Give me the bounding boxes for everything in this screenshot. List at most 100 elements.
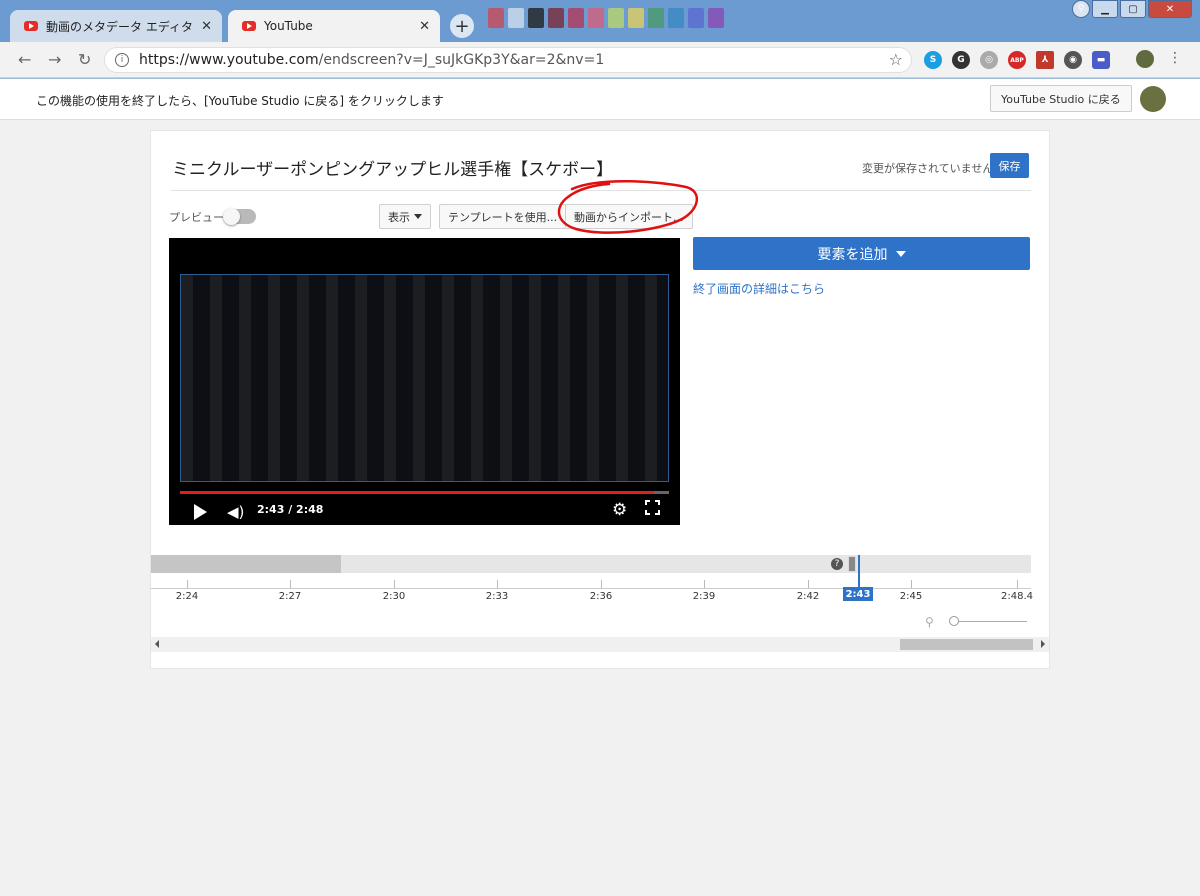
timeline-tick-label: 2:42: [796, 591, 820, 602]
video-player[interactable]: ◀) 2:43 / 2:48 ⚙: [169, 238, 680, 525]
tab-youtube[interactable]: YouTube ✕: [228, 10, 440, 42]
swatch: [488, 8, 504, 28]
gear-icon[interactable]: ⚙: [612, 500, 627, 520]
preview-toggle[interactable]: [223, 208, 256, 225]
tab-title: YouTube: [264, 19, 313, 33]
toggle-knob: [223, 208, 240, 225]
fs-corner: [645, 510, 650, 515]
endscreen-details-link[interactable]: 終了画面の詳細はこちら: [693, 280, 825, 297]
red-circle-annotation: [557, 179, 698, 234]
swatch: [548, 8, 564, 28]
browser-profile-avatar[interactable]: [1136, 50, 1154, 68]
swatch: [528, 8, 544, 28]
timeline-tick-label: 2:33: [485, 591, 509, 602]
timeline-tick: [290, 580, 291, 588]
fs-corner: [655, 510, 660, 515]
adblock-icon[interactable]: ABP: [1008, 51, 1026, 69]
eye-icon[interactable]: ◉: [1064, 51, 1082, 69]
back-to-studio-button[interactable]: YouTube Studio に戻る: [990, 85, 1132, 112]
zoom-slider-knob[interactable]: [949, 616, 959, 626]
scroll-right-icon[interactable]: [1041, 640, 1045, 648]
extension-icons: S G ◎ ABP ⅄ ◉ ▬: [924, 51, 1110, 69]
add-element-label: 要素を追加: [817, 246, 888, 263]
timeline-tick: [808, 580, 809, 588]
address-bar[interactable]: i https://www.youtube.com/endscreen?v=J_…: [104, 47, 912, 73]
close-icon[interactable]: ✕: [419, 19, 430, 34]
timeline-tick-label: 2:45: [899, 591, 923, 602]
swatch: [628, 8, 644, 28]
play-icon[interactable]: [194, 504, 207, 520]
maximize-button[interactable]: ▢: [1120, 0, 1146, 18]
fs-corner: [645, 500, 650, 505]
endscreen-start-handle[interactable]: [848, 556, 856, 572]
add-element-button[interactable]: 要素を追加: [693, 237, 1030, 270]
avatar[interactable]: [1140, 86, 1166, 112]
fs-corner: [655, 500, 660, 505]
timeline-track[interactable]: ?: [151, 555, 1031, 573]
youtube-icon: [242, 21, 256, 31]
star-icon[interactable]: ☆: [889, 50, 903, 69]
swatch: [688, 8, 704, 28]
back-arrow-icon[interactable]: ←: [18, 50, 31, 69]
tab-title: 動画のメタデータ エディタ - Yo: [46, 19, 195, 34]
tab-metadata-editor[interactable]: 動画のメタデータ エディタ - Yo ✕: [10, 10, 222, 42]
swatch: [708, 8, 724, 28]
tab-strip: 動画のメタデータ エディタ - Yo ✕ YouTube ✕ +: [10, 10, 474, 42]
show-dropdown-button[interactable]: 表示: [379, 204, 431, 229]
info-icon[interactable]: i: [115, 53, 129, 67]
timeline-tick: [704, 580, 705, 588]
grammar-icon[interactable]: G: [952, 51, 970, 69]
url-host: https://www.youtube.com: [139, 52, 319, 68]
forward-arrow-icon[interactable]: →: [48, 50, 61, 69]
playhead-time: 2:43: [843, 587, 873, 601]
notice-text: この機能の使用を終了したら、[YouTube Studio に戻る] をクリック…: [36, 94, 444, 108]
close-icon[interactable]: ✕: [201, 19, 212, 34]
kebab-menu-icon[interactable]: ⋮: [1168, 50, 1182, 66]
swatch: [648, 8, 664, 28]
swatch: [508, 8, 524, 28]
save-button[interactable]: 保存: [990, 153, 1029, 178]
search-icon: ⚲: [925, 615, 934, 629]
timeline-scrollbar[interactable]: [151, 637, 1049, 652]
zoom-slider[interactable]: [951, 621, 1027, 622]
endscreen-editor-card: ミニクルーザーポンピングアップヒル選手権【スケボー】 変更が保存されていません …: [150, 130, 1050, 669]
progress-fill: [180, 491, 655, 494]
pdf-icon[interactable]: ⅄: [1036, 51, 1054, 69]
timeline-tick: [1017, 580, 1018, 588]
timeline-tick-label: 2:27: [278, 591, 302, 602]
video-time: 2:43 / 2:48: [257, 503, 324, 516]
shield-icon[interactable]: ◎: [980, 51, 998, 69]
profile-switch-icon[interactable]: ⚲: [1072, 0, 1090, 18]
fullscreen-icon[interactable]: [645, 500, 660, 515]
youtube-icon: [24, 21, 38, 31]
endscreen-canvas[interactable]: [180, 274, 669, 482]
chat-icon[interactable]: ▬: [1092, 51, 1110, 69]
new-tab-button[interactable]: +: [450, 14, 474, 38]
reload-icon[interactable]: ↻: [78, 50, 91, 69]
swatch: [608, 8, 624, 28]
use-template-button[interactable]: テンプレートを使用...: [439, 204, 567, 229]
timeline-tick: [394, 580, 395, 588]
video-progress-bar[interactable]: [180, 491, 669, 494]
scroll-left-icon[interactable]: [155, 640, 159, 648]
skype-icon[interactable]: S: [924, 51, 942, 69]
timeline-tick-label: 2:30: [382, 591, 406, 602]
browser-title-bar: 動画のメタデータ エディタ - Yo ✕ YouTube ✕ + ⚲ ▁ ▢ ✕: [0, 0, 1200, 42]
timeline-tick-label: 2:36: [589, 591, 613, 602]
window-close-button[interactable]: ✕: [1148, 0, 1192, 18]
minimize-button[interactable]: ▁: [1092, 0, 1118, 18]
page-title: ミニクルーザーポンピングアップヒル選手権【スケボー】: [172, 160, 614, 180]
help-icon[interactable]: ?: [831, 558, 843, 570]
timeline-tick: [601, 580, 602, 588]
chevron-down-icon: [895, 250, 906, 257]
url-path: /endscreen?v=J_suJkGKp3Y&ar=2&nv=1: [318, 52, 605, 68]
timeline-tick-label: 2:48.4: [1001, 591, 1033, 602]
swatch: [668, 8, 684, 28]
scrollbar-thumb[interactable]: [900, 639, 1033, 650]
volume-icon[interactable]: ◀): [227, 503, 244, 521]
timeline-tick-label: 2:39: [692, 591, 716, 602]
chevron-down-icon: [414, 214, 422, 219]
browser-toolbar: ← → ↻ i https://www.youtube.com/endscree…: [0, 42, 1200, 78]
timeline-tick: [187, 580, 188, 588]
timeline-tick: [497, 580, 498, 588]
